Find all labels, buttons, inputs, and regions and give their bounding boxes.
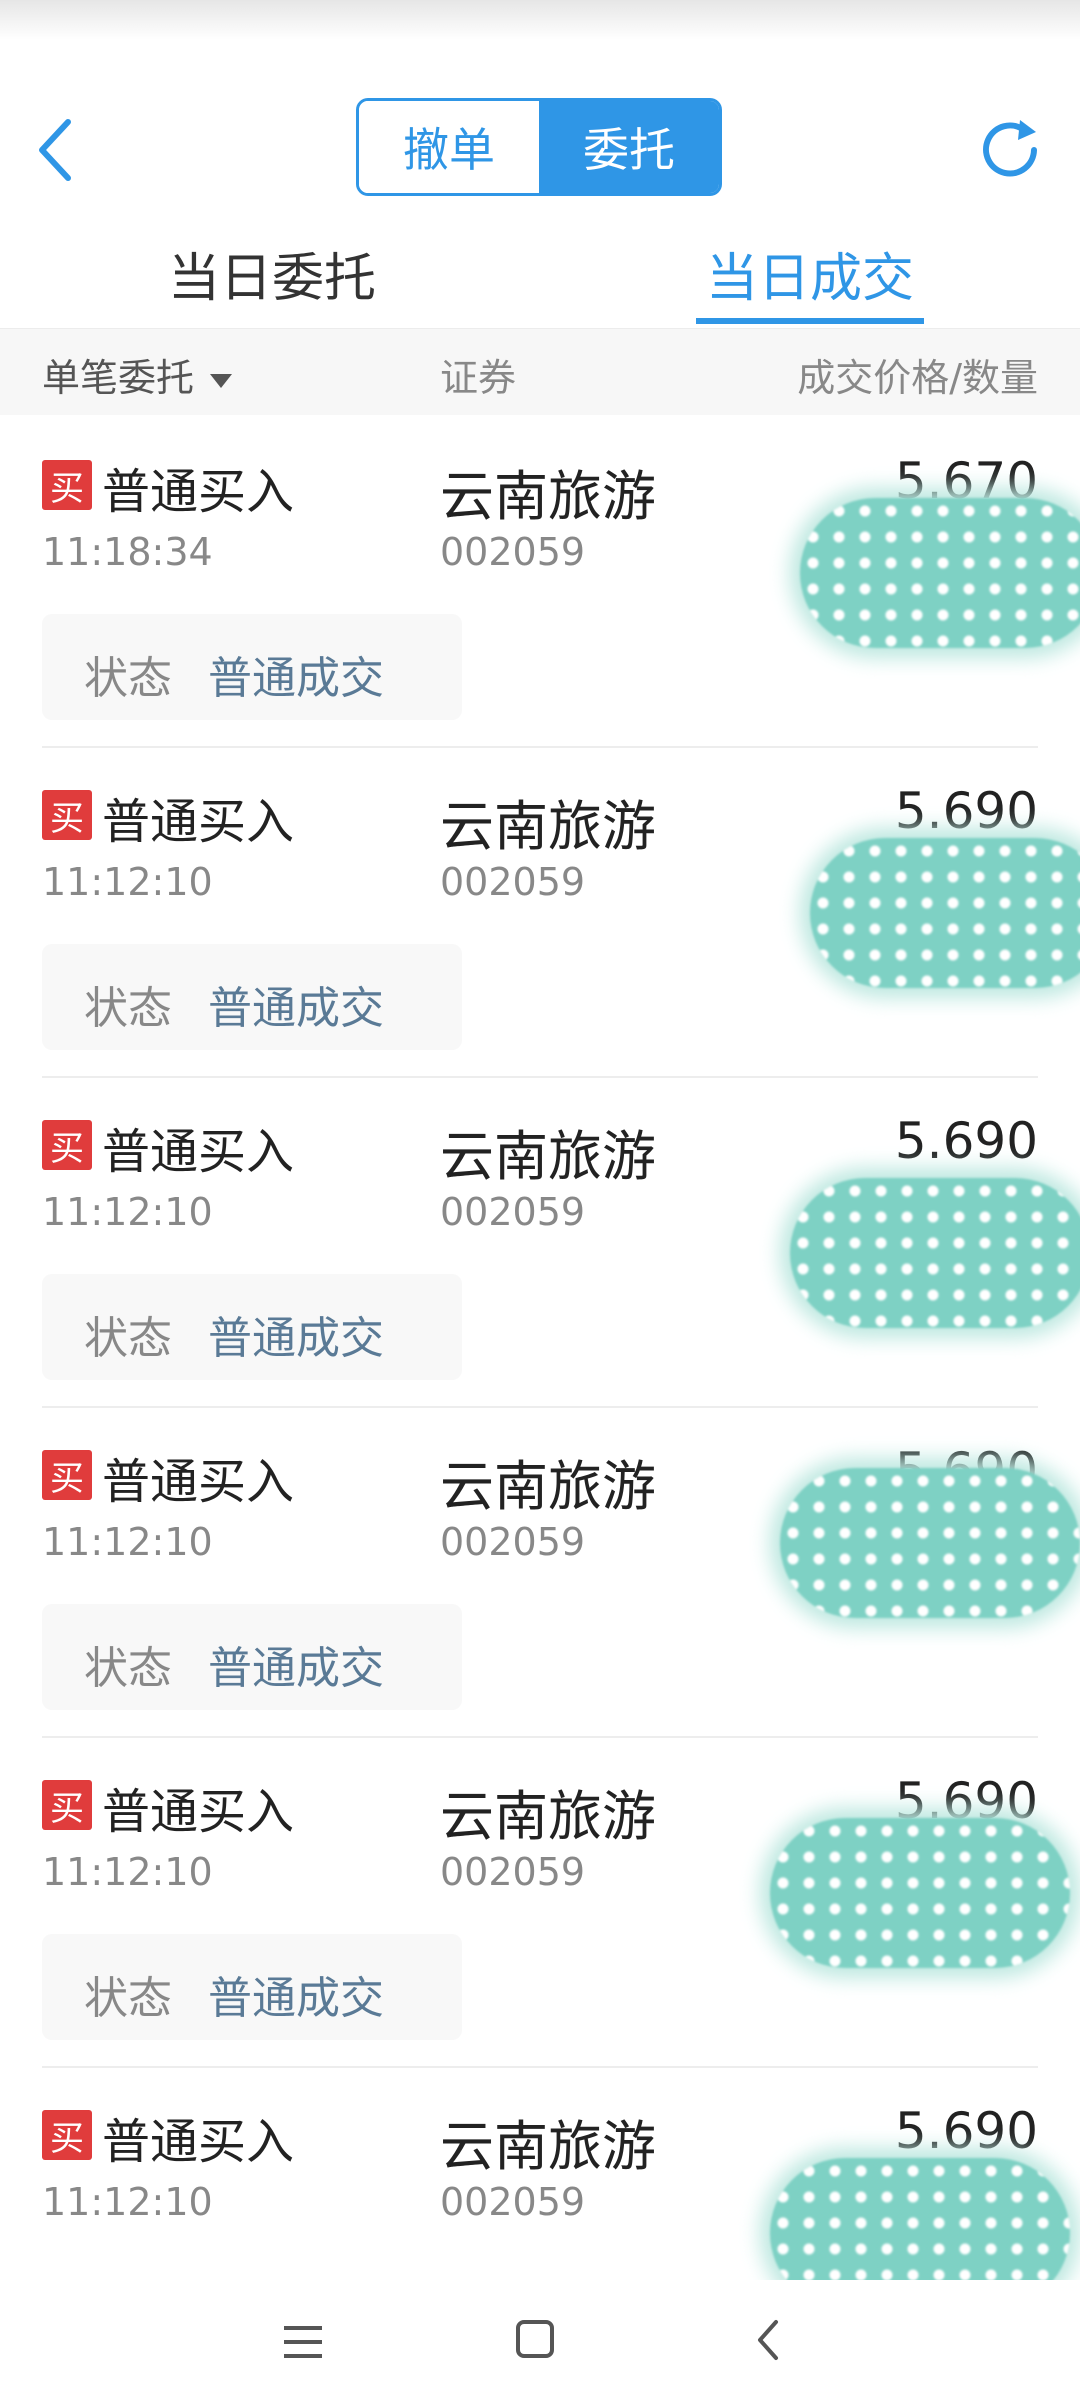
buy-badge: 买 — [42, 1450, 92, 1500]
refresh-icon — [983, 120, 1037, 177]
cancel-order-tab[interactable]: 撤单 — [359, 101, 539, 193]
menu-icon — [284, 2326, 322, 2358]
redacted-quantity — [790, 1178, 1080, 1328]
security-name: 云南旅游 — [440, 1125, 656, 1188]
order-time: 11:18:34 — [42, 530, 213, 574]
security-name: 云南旅游 — [440, 1455, 656, 1518]
status-box: 状态 普通成交 — [42, 1274, 462, 1380]
buy-badge: 买 — [42, 790, 92, 840]
buy-badge: 买 — [42, 460, 92, 510]
order-time: 11:12:10 — [42, 860, 213, 904]
buy-badge: 买 — [42, 2110, 92, 2160]
security-name: 云南旅游 — [440, 1785, 656, 1848]
system-back-button[interactable] — [734, 2312, 804, 2372]
status-box: 状态 普通成交 — [42, 1934, 462, 2040]
security-code: 002059 — [440, 860, 586, 904]
redacted-quantity — [780, 1468, 1080, 1618]
order-type: 普通买入 — [102, 2114, 295, 2170]
order-type: 普通买入 — [102, 464, 295, 520]
status-value: 普通成交 — [208, 1643, 384, 1694]
trade-row[interactable]: 买 普通买入 11:12:10 云南旅游 002059 5.690 状态 普通成… — [0, 1738, 1080, 2068]
trade-row[interactable]: 买 普通买入 11:12:10 云南旅游 002059 5.690 状态 普通成… — [0, 748, 1080, 1078]
status-label: 状态 — [84, 983, 172, 1034]
order-type: 普通买入 — [102, 1124, 295, 1180]
order-type: 普通买入 — [102, 794, 295, 850]
single-order-filter[interactable]: 单笔委托 — [42, 347, 233, 402]
back-button[interactable] — [30, 112, 82, 188]
trade-list: 买 普通买入 11:18:34 云南旅游 002059 5.670 状态 普通成… — [0, 418, 1080, 2398]
status-box: 状态 普通成交 — [42, 944, 462, 1050]
header: 撤单 委托 — [0, 0, 1080, 210]
security-code: 002059 — [440, 1850, 586, 1894]
status-label: 状态 — [84, 1643, 172, 1694]
status-value: 普通成交 — [208, 1313, 384, 1364]
trade-row[interactable]: 买 普通买入 11:12:10 云南旅游 002059 5.690 状态 普通成… — [0, 1078, 1080, 1408]
back-icon — [758, 2320, 778, 2360]
security-column-header: 证券 — [440, 356, 517, 400]
recent-apps-button[interactable] — [268, 2312, 338, 2372]
active-tab-indicator — [696, 318, 924, 324]
caret-down-icon — [210, 373, 233, 388]
security-code: 002059 — [440, 2180, 586, 2224]
trade-price: 5.690 — [894, 782, 1038, 840]
security-name: 云南旅游 — [440, 2115, 656, 2178]
security-name: 云南旅游 — [440, 795, 656, 858]
trade-row[interactable]: 买 普通买入 11:18:34 云南旅游 002059 5.670 状态 普通成… — [0, 418, 1080, 748]
trade-price: 5.690 — [894, 1112, 1038, 1170]
order-time: 11:12:10 — [42, 2180, 213, 2224]
single-order-label: 单笔委托 — [42, 356, 195, 400]
status-box: 状态 普通成交 — [42, 614, 462, 720]
column-header: 单笔委托 证券 成交价格/数量 — [0, 328, 1080, 415]
order-type: 普通买入 — [102, 1784, 295, 1840]
trade-price: 5.690 — [894, 2102, 1038, 2160]
order-time: 11:12:10 — [42, 1190, 213, 1234]
status-box: 状态 普通成交 — [42, 1604, 462, 1710]
buy-badge: 买 — [42, 1780, 92, 1830]
status-label: 状态 — [84, 653, 172, 704]
order-time: 11:12:10 — [42, 1520, 213, 1564]
status-value: 普通成交 — [208, 653, 384, 704]
home-button[interactable] — [500, 2312, 570, 2372]
security-code: 002059 — [440, 1520, 586, 1564]
entrust-tab[interactable]: 委托 — [539, 101, 719, 193]
tab-today-trades[interactable]: 当日成交 — [706, 236, 914, 311]
order-type: 普通买入 — [102, 1454, 295, 1510]
redacted-quantity — [800, 498, 1080, 648]
refresh-button[interactable] — [976, 112, 1046, 188]
security-name: 云南旅游 — [440, 465, 656, 528]
security-code: 002059 — [440, 1190, 586, 1234]
redacted-quantity — [810, 838, 1080, 988]
status-value: 普通成交 — [208, 983, 384, 1034]
tab-today-orders[interactable]: 当日委托 — [168, 236, 376, 311]
price-qty-column-header: 成交价格/数量 — [797, 356, 1038, 400]
redacted-quantity — [770, 1818, 1070, 1968]
trade-row[interactable]: 买 普通买入 11:12:10 云南旅游 002059 5.690 状态 普通成… — [0, 1408, 1080, 1738]
system-nav-bar — [0, 2280, 1080, 2400]
security-code: 002059 — [440, 530, 586, 574]
order-time: 11:12:10 — [42, 1850, 213, 1894]
segmented-control: 撤单 委托 — [356, 98, 722, 196]
status-label: 状态 — [84, 1313, 172, 1364]
home-icon — [516, 2320, 554, 2358]
buy-badge: 买 — [42, 1120, 92, 1170]
status-label: 状态 — [84, 1973, 172, 2024]
status-value: 普通成交 — [208, 1973, 384, 2024]
back-arrow-icon — [39, 119, 71, 181]
